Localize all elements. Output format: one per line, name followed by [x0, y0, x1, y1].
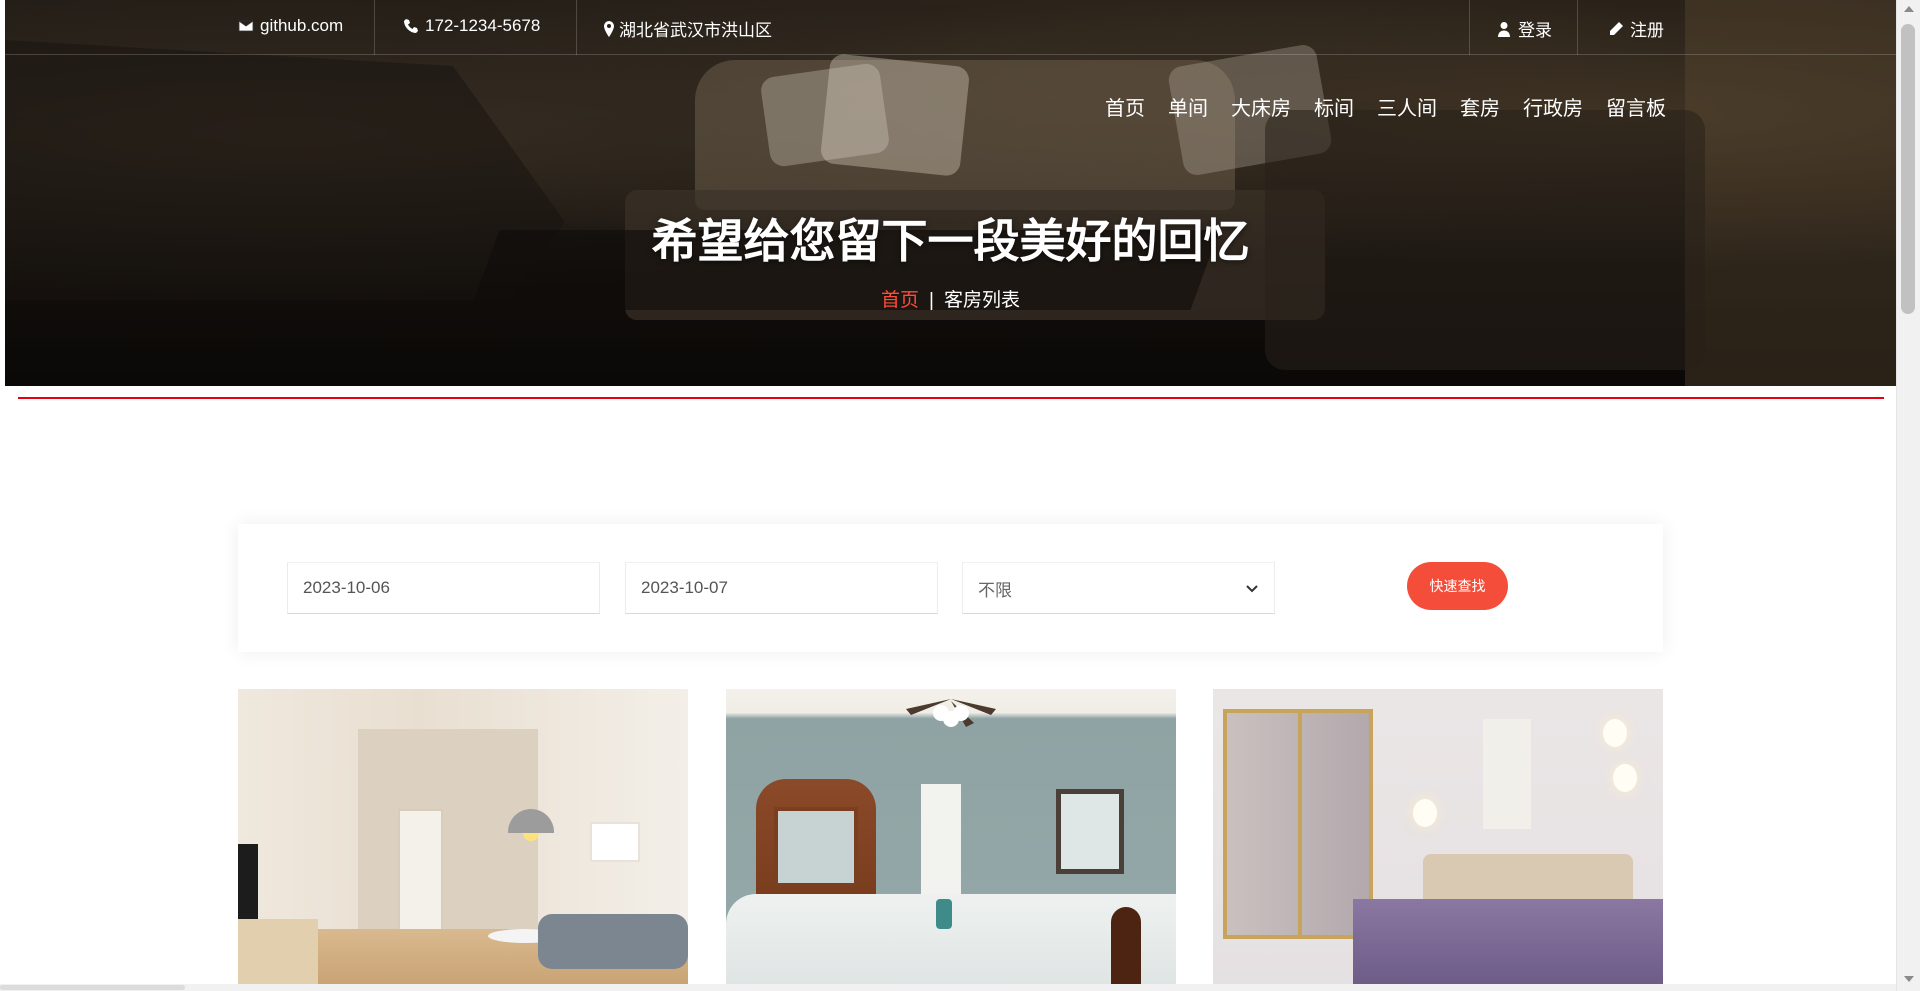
nav-item-king[interactable]: 大床房: [1231, 92, 1291, 121]
ceiling-fan-icon: [906, 699, 996, 727]
hero-banner: 希望给您留下一段美好的回忆 首页 | 客房列表: [5, 0, 1896, 386]
room-photo-bed: [1353, 899, 1663, 985]
divider: [1577, 0, 1578, 55]
room-photo-mirror: [774, 807, 858, 887]
address-link[interactable]: 湖北省武汉市洪山区: [601, 16, 772, 41]
divider: [374, 0, 375, 55]
wall-lamp-icon: [1613, 764, 1637, 792]
chevron-down-icon: [1246, 585, 1258, 593]
hero-pillow: [819, 52, 971, 178]
breadcrumb-current: 客房列表: [943, 290, 1020, 311]
room-photo-wardrobe-divider: [1298, 709, 1302, 939]
room-photo-cabinet: [238, 919, 318, 985]
room-photo-bedpost: [1111, 907, 1141, 985]
envelope-icon: [238, 20, 254, 32]
phone-text: 172-1234-5678: [425, 16, 541, 35]
hero-title: 希望给您留下一段美好的回忆: [651, 215, 1250, 267]
nav-item-executive[interactable]: 行政房: [1523, 92, 1583, 121]
phone-link[interactable]: 172-1234-5678: [403, 16, 540, 36]
scroll-thumb[interactable]: [1901, 24, 1915, 314]
room-card-image[interactable]: [1213, 689, 1663, 985]
room-card-image[interactable]: [238, 689, 688, 985]
wall-lamp-icon: [1603, 719, 1627, 747]
room-photo-art: [590, 822, 640, 862]
checkin-date-input[interactable]: 2023-10-06: [287, 562, 600, 614]
nav-item-single[interactable]: 单间: [1168, 92, 1208, 121]
phone-icon: [404, 19, 418, 33]
room-photo-art: [1483, 719, 1531, 829]
user-icon: [1498, 21, 1510, 37]
vertical-scrollbar[interactable]: [1896, 0, 1920, 991]
top-info-bar: github.com 172-1234-5678 湖北省武汉市洪山区 登录 注册: [5, 0, 1896, 55]
quick-search-button[interactable]: 快速查找: [1407, 562, 1508, 610]
horizontal-scrollbar[interactable]: [0, 984, 1896, 991]
breadcrumb-separator: |: [929, 290, 934, 311]
address-text: 湖北省武汉市洪山区: [619, 21, 772, 40]
breadcrumb-home-link[interactable]: 首页: [881, 290, 919, 311]
email-text: github.com: [260, 16, 344, 35]
nav-item-guestbook[interactable]: 留言板: [1606, 92, 1666, 121]
main-nav: 首页 单间 大床房 标间 三人间 套房 行政房 留言板: [1082, 92, 1666, 121]
room-photo-frame: [1056, 789, 1124, 874]
divider: [576, 0, 577, 55]
room-photo-sofa: [538, 914, 688, 969]
horizontal-scroll-thumb[interactable]: [0, 985, 185, 990]
email-link[interactable]: github.com: [238, 16, 343, 36]
scroll-down-arrow-icon[interactable]: [1904, 976, 1914, 982]
hero-window: [1685, 0, 1896, 386]
room-photo-vase: [936, 899, 952, 929]
nav-item-triple[interactable]: 三人间: [1377, 92, 1437, 121]
breadcrumb: 首页 | 客房列表: [5, 285, 1896, 312]
login-text: 登录: [1518, 21, 1552, 40]
register-text: 注册: [1630, 21, 1664, 40]
wall-lamp-icon: [1413, 799, 1437, 827]
search-panel: 2023-10-06 2023-10-07 不限 快速查找: [238, 524, 1663, 652]
divider: [1469, 0, 1470, 55]
register-link[interactable]: 注册: [1608, 16, 1664, 41]
login-link[interactable]: 登录: [1496, 16, 1552, 41]
pencil-icon: [1610, 21, 1623, 35]
room-card-image[interactable]: [726, 689, 1176, 985]
nav-item-standard[interactable]: 标间: [1314, 92, 1354, 121]
scroll-up-arrow-icon[interactable]: [1904, 6, 1914, 12]
room-type-select[interactable]: 不限: [962, 562, 1275, 614]
map-marker-icon: [604, 20, 614, 37]
room-type-value: 不限: [978, 580, 1012, 600]
nav-item-home[interactable]: 首页: [1105, 92, 1145, 121]
checkout-date-input[interactable]: 2023-10-07: [625, 562, 938, 614]
nav-item-suite[interactable]: 套房: [1460, 92, 1500, 121]
section-divider: [18, 397, 1884, 399]
